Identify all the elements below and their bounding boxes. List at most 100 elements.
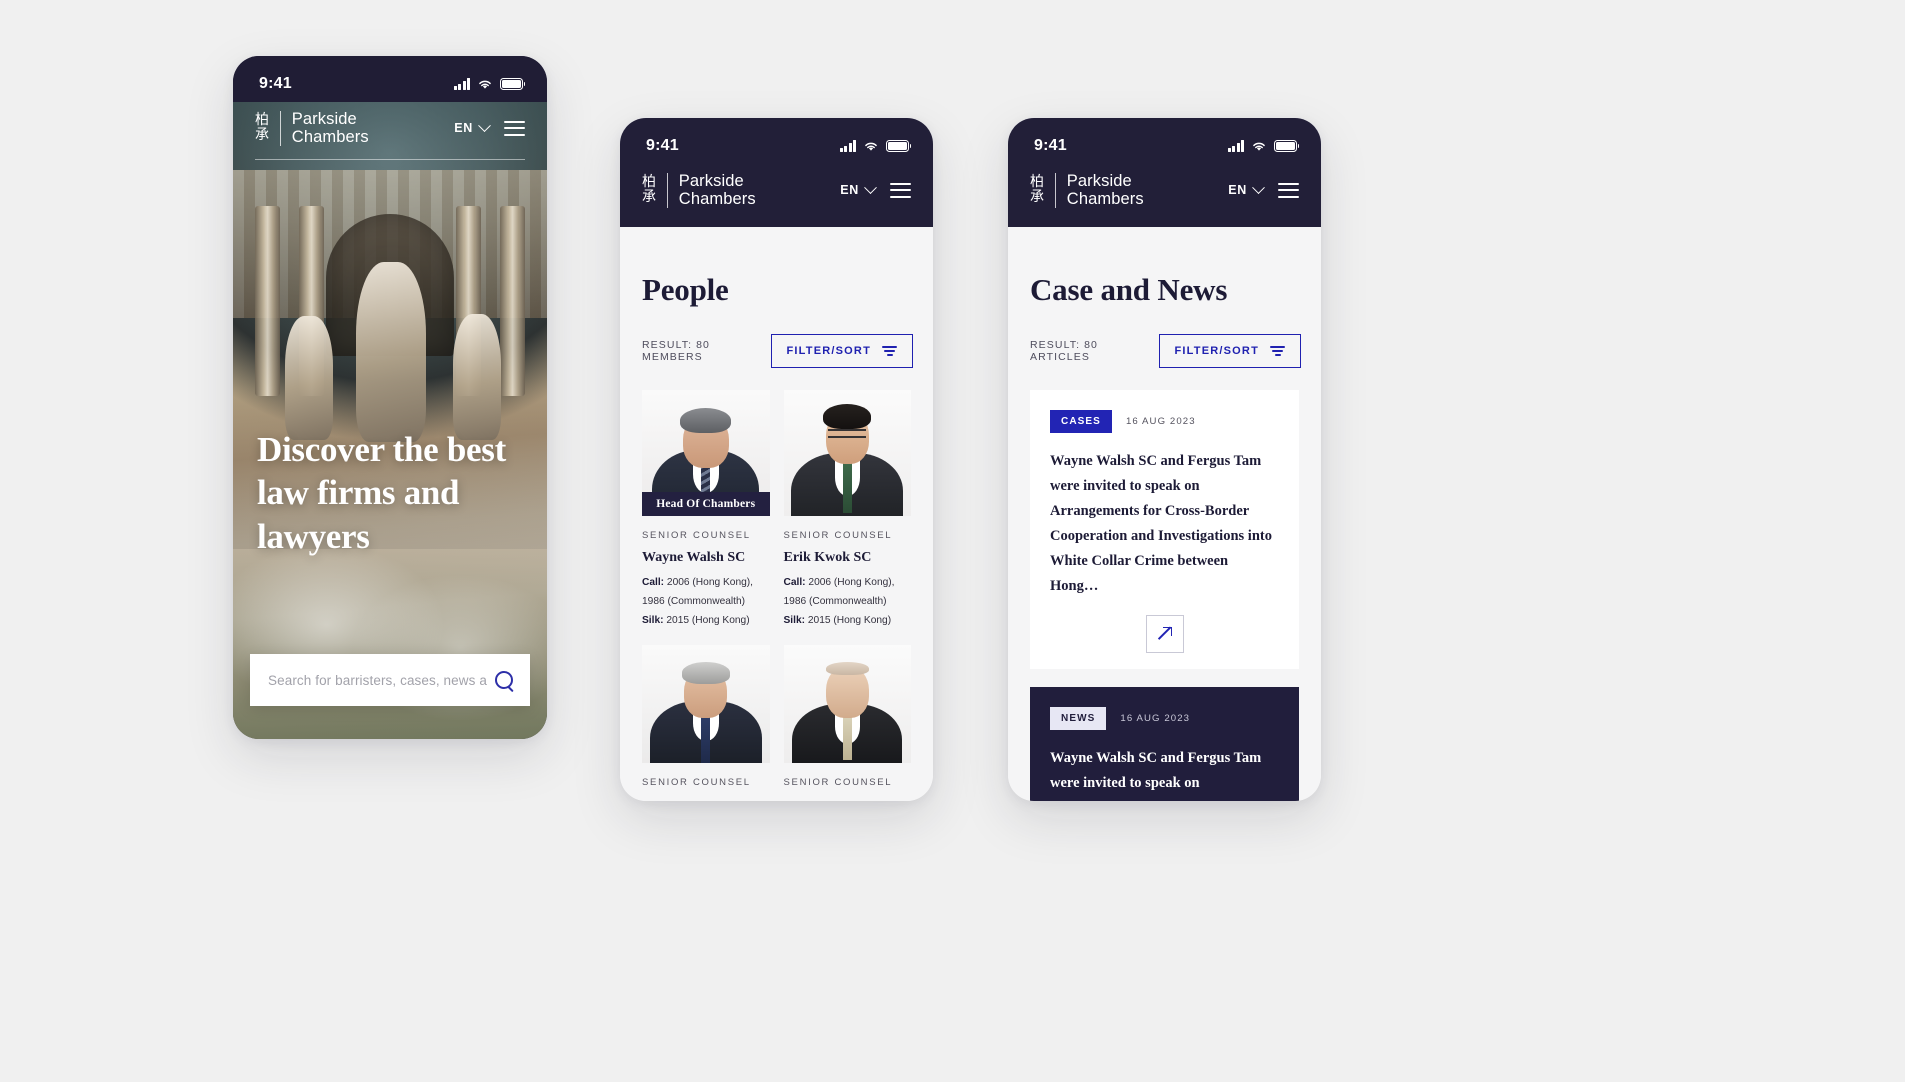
search-input[interactable]: Search for barristers, cases, news an... [268,673,487,688]
phone-mockup-news: 9:41 柏 承 Parkside Chambers EN Case and N… [1008,118,1321,801]
news-card[interactable]: CASES 16 AUG 2023 Wayne Walsh SC and Fer… [1030,390,1299,669]
silk-label: Silk: [783,614,806,626]
brand-cn-top: 柏 [255,112,269,129]
brand-logo[interactable]: 柏 承 Parkside Chambers [1030,172,1144,209]
brand-logo[interactable]: 柏 承 Parkside Chambers [642,172,756,209]
person-rank: SENIOR COUNSEL [783,776,893,788]
brand-cn-bottom: 承 [255,127,269,144]
news-page-body: Case and News RESULT: 80 ARTICLES FILTER… [1008,236,1321,801]
brand-divider [279,111,281,146]
wifi-icon [1253,142,1265,151]
filter-sort-label: FILTER/SORT [1174,345,1259,357]
battery-icon [1274,140,1300,152]
silk-label: Silk: [642,614,664,626]
result-count: RESULT: 80 MEMBERS [642,339,710,363]
wifi-icon [865,142,877,151]
news-date: 16 AUG 2023 [1125,416,1196,427]
filter-icon [882,345,897,357]
language-label: EN [840,183,859,198]
battery-icon [500,78,526,90]
page-title: Case and News [1030,272,1228,307]
people-page-body: People RESULT: 80 MEMBERS FILTER/SORT He… [620,236,933,801]
brand-name-line1: Parkside [1066,172,1132,190]
status-time: 9:41 [1034,137,1067,154]
brand-wordmark: Parkside Chambers [1067,172,1144,209]
brand-name-line2: Chambers [291,128,369,147]
brand-divider [1054,173,1056,208]
brand-name-line2: Chambers [678,190,756,209]
brand-divider [666,173,668,208]
news-navbar: 柏 承 Parkside Chambers EN [1008,164,1321,221]
status-time: 9:41 [259,75,292,92]
brand-wordmark: Parkside Chambers [679,172,756,209]
person-card[interactable]: SENIOR COUNSEL [642,644,770,788]
hero-image [233,102,547,739]
person-meta: Call: 2006 (Hong Kong), 1986 (Commonweal… [784,566,912,631]
page-title: People [642,272,729,307]
news-result-row: RESULT: 80 ARTICLES FILTER/SORT [1008,308,1321,368]
brand-name-line2: Chambers [1066,190,1144,209]
brand-cn-bottom: 承 [1030,189,1044,206]
signal-icon [453,78,470,90]
filter-sort-button[interactable]: FILTER/SORT [1158,334,1301,368]
phone-mockup-home: 9:41 柏 承 Parkside Chambers EN Discover t… [233,56,547,739]
language-label: EN [1228,183,1247,198]
status-bar: 9:41 [233,56,547,102]
home-navbar: 柏 承 Parkside Chambers EN [233,102,547,159]
person-rank: SENIOR COUNSEL [642,530,751,541]
hero-title: Discover the best law firms and lawyers [257,430,506,556]
news-card[interactable]: NEWS 16 AUG 2023 Wayne Walsh SC and Ferg… [1030,686,1299,801]
person-card[interactable]: SENIOR COUNSEL Erik Kwok SC Call: 2006 (… [783,390,912,631]
hamburger-menu-icon[interactable] [504,120,525,136]
language-label: EN [454,121,473,136]
brand-chinese-mark: 柏 承 [255,113,269,143]
search-bar[interactable]: Search for barristers, cases, news an... [250,654,530,706]
hamburger-menu-icon[interactable] [890,182,911,198]
signal-icon [1227,140,1244,152]
news-title: Wayne Walsh SC and Fergus Tam were invit… [1050,453,1272,594]
mockup-canvas: 9:41 柏 承 Parkside Chambers EN Discover t… [0,0,1905,1082]
chevron-down-icon [864,181,877,195]
person-rank: SENIOR COUNSEL [783,530,893,541]
wifi-icon [479,80,491,89]
result-count: RESULT: 80 ARTICLES [1030,339,1098,363]
status-bar: 9:41 [620,118,933,164]
search-icon[interactable] [495,670,514,690]
call-label: Call: [783,577,806,588]
news-title: Wayne Walsh SC and Fergus Tam were invit… [1050,749,1262,801]
hamburger-menu-icon[interactable] [1278,182,1299,198]
person-portrait [642,644,770,763]
person-rank: SENIOR COUNSEL [642,776,751,788]
category-badge: NEWS [1050,706,1107,730]
chevron-down-icon [478,119,491,133]
brand-cn-top: 柏 [642,174,656,191]
news-header: 9:41 柏 承 Parkside Chambers EN [1008,118,1321,227]
head-of-chambers-badge: Head Of Chambers [642,492,770,516]
status-time: 9:41 [646,137,679,154]
silk-value: 2015 (Hong Kong) [666,614,750,626]
person-card[interactable]: Head Of Chambers SENIOR COUNSEL Wayne Wa… [642,390,770,631]
brand-logo[interactable]: 柏 承 Parkside Chambers [255,110,369,147]
people-grid: Head Of Chambers SENIOR COUNSEL Wayne Wa… [620,368,933,788]
brand-name-line1: Parkside [291,110,357,128]
category-badge: CASES [1050,410,1112,433]
arrow-up-right-icon [1158,626,1172,641]
language-selector[interactable]: EN [840,181,877,198]
news-list: CASES 16 AUG 2023 Wayne Walsh SC and Fer… [1008,368,1321,801]
person-card[interactable]: SENIOR COUNSEL [783,644,911,788]
filter-icon [1270,345,1285,357]
battery-icon [886,140,912,152]
filter-sort-button[interactable]: FILTER/SORT [770,334,913,368]
brand-wordmark: Parkside Chambers [292,110,369,147]
person-meta: Call: 2006 (Hong Kong), 1986 (Commonweal… [642,566,770,631]
filter-sort-label: FILTER/SORT [786,345,871,357]
person-portrait [783,644,911,763]
chevron-down-icon [1252,181,1265,195]
brand-cn-top: 柏 [1030,174,1044,191]
open-article-button[interactable] [1145,614,1184,653]
people-navbar: 柏 承 Parkside Chambers EN [620,164,933,221]
person-portrait [783,390,911,516]
person-name: Erik Kwok SC [783,550,872,565]
language-selector[interactable]: EN [1228,181,1265,198]
language-selector[interactable]: EN [454,119,491,136]
